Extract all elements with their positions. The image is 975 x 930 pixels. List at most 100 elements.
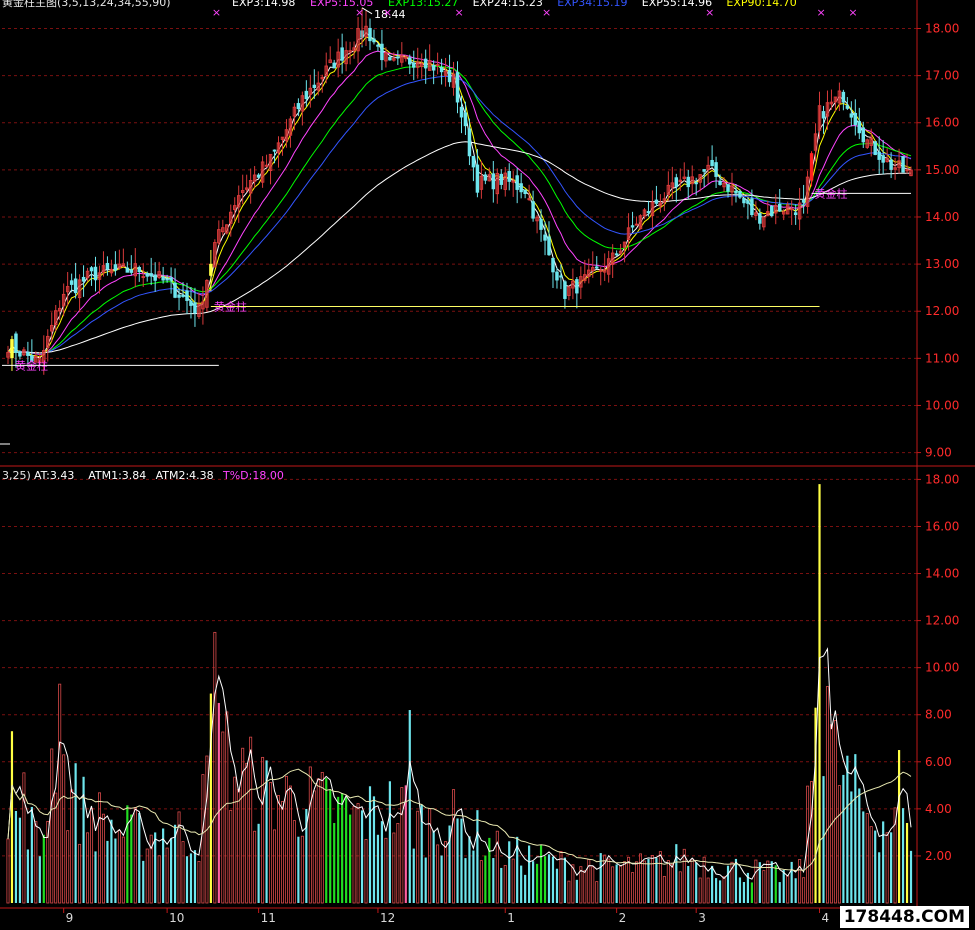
atr-bar <box>468 836 471 903</box>
atr-bar <box>678 871 682 904</box>
atr-bar <box>706 877 710 904</box>
candle-body <box>483 174 488 181</box>
atr-bar <box>66 830 70 904</box>
atr-bar <box>583 870 587 904</box>
atr-bar <box>213 631 217 904</box>
candle-body <box>145 273 149 277</box>
candle-body <box>14 333 18 353</box>
candle-body <box>515 175 519 190</box>
candle-body <box>634 223 639 226</box>
atr-bar <box>138 812 141 903</box>
legend-entry: ATM1:3.84 <box>88 469 146 482</box>
atr-bar <box>591 866 595 904</box>
x-tick-label: 10 <box>169 911 184 925</box>
candle-body <box>793 212 798 216</box>
atr-bar <box>742 882 746 903</box>
candle-body <box>209 263 213 276</box>
atr-bar <box>711 865 714 903</box>
candle-body <box>435 64 440 67</box>
candle-body <box>89 267 94 272</box>
atr-bar <box>532 861 535 903</box>
atr-bar <box>70 789 74 904</box>
atr-bar <box>133 807 137 904</box>
candle-body <box>523 189 527 195</box>
atr-bar <box>352 806 356 904</box>
atr-bar <box>623 861 627 904</box>
candle-body <box>873 141 877 156</box>
atr-y-tick: 8.00 <box>925 708 952 722</box>
atr-bar <box>670 863 674 904</box>
atr-bar <box>850 791 853 903</box>
candle-body <box>686 176 690 188</box>
atr-bar <box>312 790 316 904</box>
atr-bar <box>78 843 82 904</box>
atr-bar <box>436 844 440 904</box>
atr-bar <box>360 810 364 903</box>
atr-bar <box>233 776 237 904</box>
atr-bar <box>197 860 201 904</box>
atr-pane[interactable] <box>6 484 913 904</box>
price-y-tick: 12.00 <box>925 304 959 318</box>
atr-bar <box>503 864 507 904</box>
price-y-tick: 15.00 <box>925 163 959 177</box>
price-pane[interactable]: 黄金柱黄金柱黄金柱18.44× × × × × × × × <box>0 6 913 445</box>
atr-bar <box>181 841 185 904</box>
y-axis-labels: 9.00 10.00 11.00 12.00 13.00 14.00 15.00 16.00 1… <box>917 21 959 863</box>
candle-body <box>185 290 189 301</box>
atr-bar <box>511 858 515 904</box>
atr-bar <box>690 858 694 904</box>
candle-body <box>26 352 30 356</box>
atr-bar <box>388 781 391 903</box>
candle-body <box>113 264 118 271</box>
atr-bar <box>547 854 551 903</box>
atr-bar <box>790 861 793 903</box>
atr-bar <box>114 838 117 903</box>
atr-bar <box>571 864 575 904</box>
atr-bar <box>297 836 300 903</box>
candle-body <box>296 103 301 110</box>
atr-bar <box>50 748 54 904</box>
atr-bar <box>639 853 642 904</box>
candle-body <box>165 278 169 281</box>
legend-entry: EXP3:14.98 <box>232 0 295 9</box>
atr-bar <box>734 858 738 903</box>
price-y-tick: 16.00 <box>925 116 959 130</box>
atr-bar <box>479 860 483 904</box>
atr-bar <box>117 830 121 904</box>
atr-bar <box>126 805 129 903</box>
atr-bar <box>642 860 646 904</box>
candle-body <box>10 339 14 359</box>
candle-body <box>463 112 468 127</box>
atr-bar <box>524 874 527 903</box>
atr-bar <box>619 865 623 904</box>
ema-90-line <box>7 141 912 354</box>
candle-body <box>380 43 384 61</box>
candle-body <box>137 267 141 273</box>
legend-entry: EXP13:15.27 <box>388 0 458 9</box>
atr-bar <box>130 814 133 903</box>
atr-bar <box>878 852 881 903</box>
candle-body <box>714 162 718 177</box>
atr-ma3-line <box>7 647 912 880</box>
atr-bar <box>865 813 869 904</box>
atr-bar <box>74 763 77 903</box>
atr-bar <box>110 819 113 903</box>
candle-body <box>881 155 885 163</box>
candle-body <box>559 275 563 278</box>
atr-bar <box>825 686 829 904</box>
stock-chart[interactable]: 黄金柱黄金柱黄金柱18.44× × × × × × × × 9.0010.0011.0012.… <box>0 0 975 930</box>
candle-body <box>173 282 177 298</box>
atr-y-tick: 14.00 <box>925 567 959 581</box>
atr-bar <box>349 814 352 903</box>
atr-bar <box>261 756 265 904</box>
atr-bar <box>94 851 97 903</box>
legend-entry: EXP55:14.96 <box>642 0 712 9</box>
atr-bar <box>325 778 328 903</box>
candle-body <box>153 274 157 281</box>
legend-entry: EXP34:15.19 <box>557 0 627 9</box>
atr-bar <box>145 848 149 904</box>
atr-legend: AT:3.43 ATM1:3.84 ATM2:4.38 T%D:18.00 <box>34 469 284 482</box>
atr-bar <box>237 788 241 904</box>
atr-bar <box>58 683 62 904</box>
atr-bar <box>846 755 849 903</box>
